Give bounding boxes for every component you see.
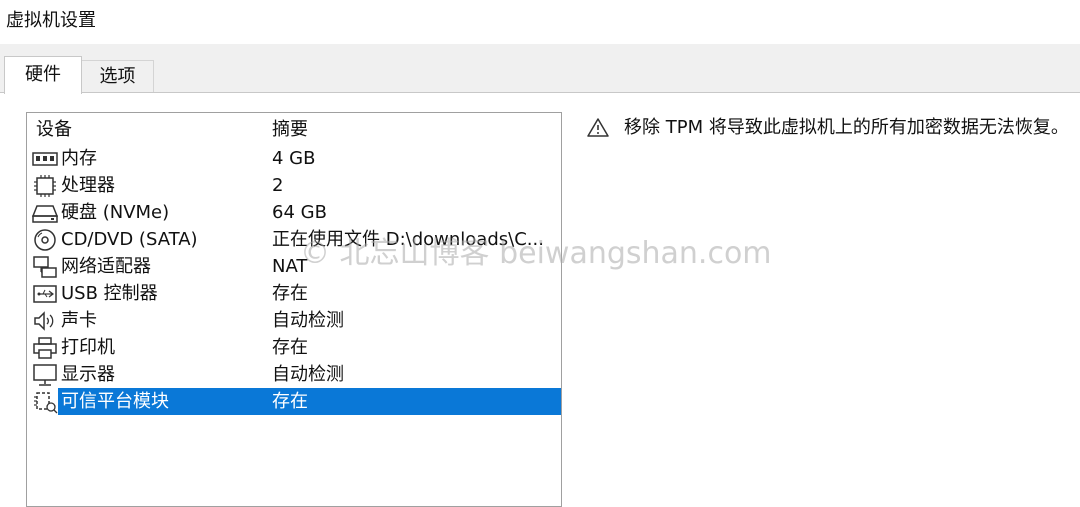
column-header-device[interactable]: 设备 — [36, 118, 72, 142]
device-summary: 存在 — [272, 283, 308, 304]
display-icon — [32, 363, 58, 387]
title-bar: 虚拟机设置 — [0, 0, 1080, 44]
device-name: 声卡 — [61, 310, 97, 331]
usb-icon — [32, 282, 58, 306]
device-name: 内存 — [61, 148, 97, 169]
tab-strip — [0, 44, 1080, 92]
memory-icon — [32, 147, 58, 171]
device-name: 硬盘 (NVMe) — [61, 202, 170, 223]
device-row-memory[interactable]: 内存 4 GB — [27, 145, 561, 172]
warning-triangle-icon — [586, 116, 610, 140]
device-name: USB 控制器 — [61, 283, 158, 304]
device-row-tpm[interactable]: 可信平台模块 存在 — [27, 388, 561, 415]
sound-card-icon — [32, 309, 58, 333]
device-list[interactable]: 设备 摘要 内存 4 GB 处理器 2 硬盘 (NVMe) 64 GB CD/D… — [26, 112, 562, 507]
device-summary: 自动检测 — [272, 310, 344, 331]
processor-icon — [32, 174, 58, 198]
device-row-cd-dvd[interactable]: CD/DVD (SATA) 正在使用文件 D:\downloads\C... — [27, 226, 561, 253]
device-name: CD/DVD (SATA) — [61, 229, 198, 250]
device-summary: NAT — [272, 256, 308, 277]
device-name: 显示器 — [61, 364, 115, 385]
hard-disk-icon — [31, 201, 59, 225]
device-summary: 4 GB — [272, 148, 316, 169]
device-row-processor[interactable]: 处理器 2 — [27, 172, 561, 199]
column-header-summary[interactable]: 摘要 — [272, 118, 308, 142]
device-summary: 正在使用文件 D:\downloads\C... — [272, 229, 544, 250]
warning-text: 移除 TPM 将导致此虚拟机上的所有加密数据无法恢复。 — [624, 117, 1069, 138]
device-name: 网络适配器 — [61, 256, 151, 277]
tab-hardware[interactable]: 硬件 — [4, 56, 82, 94]
device-name: 处理器 — [61, 175, 115, 196]
device-name: 可信平台模块 — [61, 391, 169, 412]
device-summary: 2 — [272, 175, 284, 196]
device-summary: 存在 — [272, 337, 308, 358]
device-row-printer[interactable]: 打印机 存在 — [27, 334, 561, 361]
device-row-hard-disk[interactable]: 硬盘 (NVMe) 64 GB — [27, 199, 561, 226]
device-row-display[interactable]: 显示器 自动检测 — [27, 361, 561, 388]
device-summary: 存在 — [272, 391, 308, 412]
tpm-icon — [32, 390, 58, 414]
device-summary: 自动检测 — [272, 364, 344, 385]
device-row-network-adapter[interactable]: 网络适配器 NAT — [27, 253, 561, 280]
window-title: 虚拟机设置 — [6, 10, 96, 31]
cd-dvd-icon — [32, 228, 58, 252]
printer-icon — [32, 336, 58, 360]
device-summary: 64 GB — [272, 202, 327, 223]
tab-options[interactable]: 选项 — [81, 60, 154, 92]
network-adapter-icon — [32, 255, 58, 279]
device-row-sound-card[interactable]: 声卡 自动检测 — [27, 307, 561, 334]
device-row-usb-controller[interactable]: USB 控制器 存在 — [27, 280, 561, 307]
device-name: 打印机 — [61, 337, 115, 358]
